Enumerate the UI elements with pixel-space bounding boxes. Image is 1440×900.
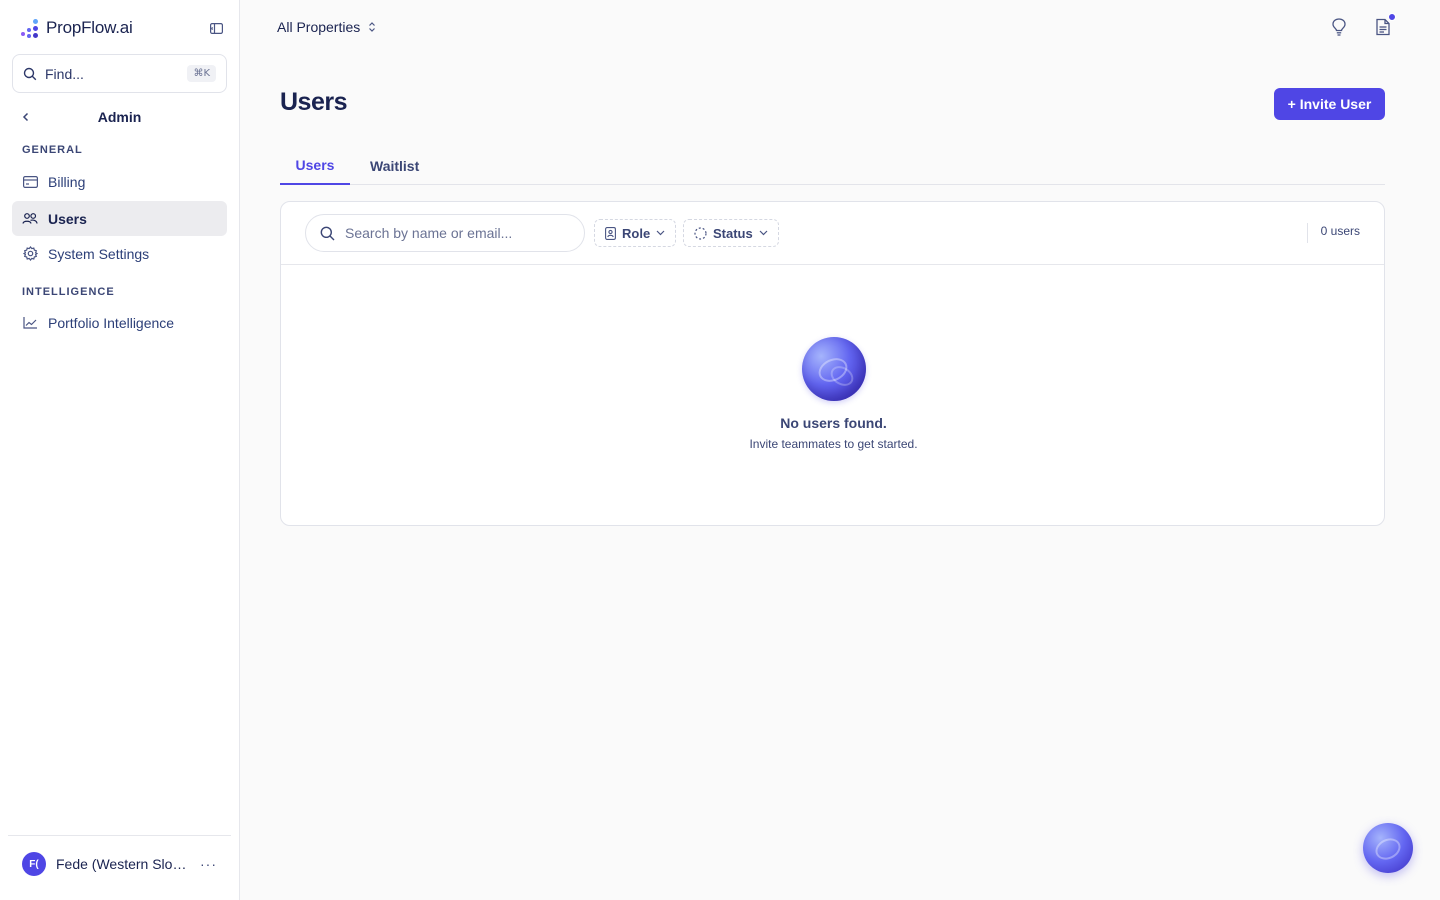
user-count: 0 users bbox=[1320, 224, 1360, 238]
id-badge-icon bbox=[605, 226, 616, 240]
logo-row: PropFlow.ai bbox=[20, 16, 224, 40]
user-name: Fede (Western Slop... bbox=[56, 856, 190, 872]
notes-button[interactable] bbox=[1373, 13, 1396, 37]
sidebar-item-label: System Settings bbox=[48, 245, 150, 262]
back-button[interactable] bbox=[12, 104, 40, 130]
chevron-down-icon bbox=[759, 230, 768, 236]
chevron-down-icon bbox=[656, 230, 665, 236]
sidebar-item-label: Portfolio Intelligence bbox=[48, 314, 175, 331]
sidebar-item-system-settings[interactable]: System Settings bbox=[12, 236, 227, 271]
role-filter[interactable]: Role bbox=[594, 219, 677, 247]
avatar: F( bbox=[22, 852, 46, 876]
lightbulb-icon bbox=[1332, 18, 1346, 36]
tab-bar: Users Waitlist bbox=[280, 146, 1385, 185]
table-toolbar: Role Status 0 users bbox=[281, 202, 1384, 265]
find-input[interactable]: Find... ⌘K bbox=[12, 54, 227, 93]
invite-user-button[interactable]: + Invite User bbox=[1274, 88, 1385, 120]
user-search-input[interactable] bbox=[345, 225, 570, 241]
status-filter[interactable]: Status bbox=[683, 219, 779, 247]
section-label-intelligence: INTELLIGENCE bbox=[22, 286, 115, 298]
sidebar: PropFlow.ai Find... ⌘K Admin GENERAL Bil… bbox=[0, 0, 240, 900]
line-chart-icon bbox=[22, 315, 38, 331]
users-icon bbox=[22, 211, 38, 227]
sidebar-item-label: Users bbox=[48, 210, 87, 227]
notification-dot bbox=[1388, 13, 1396, 21]
assistant-chat-button[interactable] bbox=[1363, 823, 1413, 873]
admin-header: Admin bbox=[12, 104, 227, 130]
chevron-left-icon bbox=[22, 112, 29, 122]
sidebar-item-portfolio-intelligence[interactable]: Portfolio Intelligence bbox=[12, 305, 227, 340]
sidebar-item-billing[interactable]: Billing bbox=[12, 164, 227, 199]
tab-users[interactable]: Users bbox=[280, 146, 350, 185]
assistant-orb-icon bbox=[801, 337, 866, 401]
collapse-sidebar-button[interactable] bbox=[208, 20, 224, 36]
sidebar-toggle-icon bbox=[209, 22, 223, 34]
section-label-general: GENERAL bbox=[22, 144, 83, 156]
logo-mark-icon bbox=[20, 17, 40, 39]
more-options-icon[interactable]: ··· bbox=[200, 856, 217, 872]
empty-state-title: No users found. bbox=[780, 415, 887, 431]
property-selector[interactable]: All Properties bbox=[277, 16, 376, 38]
find-placeholder: Find... bbox=[45, 65, 84, 82]
admin-title: Admin bbox=[97, 109, 142, 125]
search-icon bbox=[23, 67, 37, 80]
sidebar-item-users[interactable]: Users bbox=[12, 201, 227, 236]
user-profile-footer[interactable]: F( Fede (Western Slop... ··· bbox=[8, 835, 231, 892]
status-filter-label: Status bbox=[713, 225, 753, 241]
gear-icon bbox=[22, 246, 38, 262]
toolbar-divider bbox=[1307, 223, 1308, 243]
page-title: Users bbox=[280, 88, 348, 116]
sidebar-item-label: Billing bbox=[48, 173, 86, 190]
status-circle-icon bbox=[694, 226, 707, 240]
shortcut-badge: ⌘K bbox=[187, 65, 216, 82]
role-filter-label: Role bbox=[622, 225, 651, 241]
tab-waitlist[interactable]: Waitlist bbox=[350, 146, 439, 185]
credit-card-icon bbox=[22, 174, 38, 190]
document-icon bbox=[1376, 18, 1390, 36]
users-table-card: Role Status 0 users No users found. Invi… bbox=[280, 201, 1385, 526]
chevron-up-down-icon bbox=[369, 22, 376, 32]
search-icon bbox=[320, 226, 335, 240]
user-search bbox=[305, 214, 585, 252]
brand-name: PropFlow.ai bbox=[46, 18, 133, 37]
empty-state: No users found. Invite teammates to get … bbox=[281, 337, 1386, 451]
tips-button[interactable] bbox=[1329, 17, 1349, 37]
empty-state-subtitle: Invite teammates to get started. bbox=[749, 437, 918, 451]
property-selector-label: All Properties bbox=[277, 19, 361, 35]
brand-logo[interactable]: PropFlow.ai bbox=[20, 17, 133, 39]
